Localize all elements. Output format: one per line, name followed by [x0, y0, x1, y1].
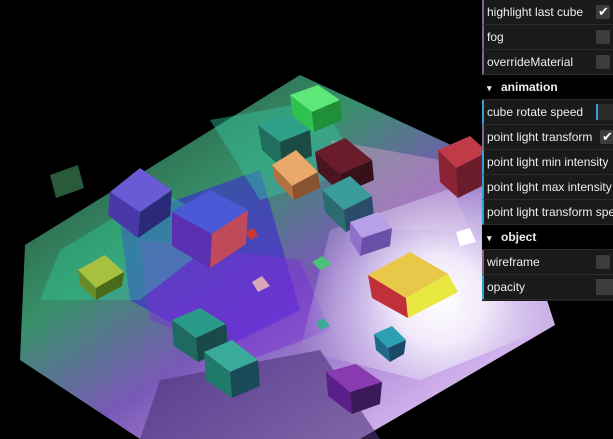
wireframe-control[interactable]: wireframe [482, 250, 613, 275]
gui-panel: highlight last cube ✔ fog overrideMateri… [482, 0, 613, 301]
fog-checkbox[interactable] [596, 30, 610, 44]
cube-rotate-speed-slider[interactable] [596, 104, 613, 120]
control-label: point light min intensity [487, 155, 609, 169]
point-light-max-intensity-control[interactable]: point light max intensity [482, 175, 613, 200]
point-light-transform-control[interactable]: point light transform ✔ [482, 125, 613, 150]
slider-fill [596, 104, 598, 120]
checkmark-icon: ✔ [602, 129, 613, 144]
chevron-down-icon: ▾ [487, 82, 492, 93]
object-folder-title[interactable]: ▾ object [482, 225, 613, 250]
control-label: wireframe [487, 255, 540, 269]
highlight-last-cube-checkbox[interactable]: ✔ [596, 4, 610, 19]
chevron-down-icon: ▾ [487, 232, 492, 243]
folder-title-text: object [501, 230, 537, 244]
control-label: point light transform speed [487, 205, 613, 219]
control-label: overrideMaterial [487, 55, 574, 69]
fog-control[interactable]: fog [482, 25, 613, 50]
cube-rotate-speed-control[interactable]: cube rotate speed [482, 100, 613, 125]
opacity-control[interactable]: opacity [482, 275, 613, 300]
control-label: highlight last cube [487, 5, 584, 19]
cube-dark-left [50, 165, 84, 198]
control-label: fog [487, 30, 504, 44]
control-label: point light max intensity [487, 180, 612, 194]
folder-title-text: animation [501, 80, 558, 94]
override-material-checkbox[interactable] [596, 55, 610, 69]
highlight-last-cube-control[interactable]: highlight last cube ✔ [482, 0, 613, 25]
opacity-slider[interactable] [596, 279, 613, 295]
point-light-transform-speed-control[interactable]: point light transform speed [482, 200, 613, 225]
control-label: cube rotate speed [487, 105, 584, 119]
point-light-transform-checkbox[interactable]: ✔ [600, 129, 613, 144]
control-label: opacity [487, 280, 526, 294]
point-light-min-intensity-control[interactable]: point light min intensity [482, 150, 613, 175]
control-label: point light transform [487, 130, 593, 144]
override-material-control[interactable]: overrideMaterial [482, 50, 613, 75]
checkmark-icon: ✔ [598, 4, 609, 19]
wireframe-checkbox[interactable] [596, 255, 610, 269]
animation-folder-title[interactable]: ▾ animation [482, 75, 613, 100]
